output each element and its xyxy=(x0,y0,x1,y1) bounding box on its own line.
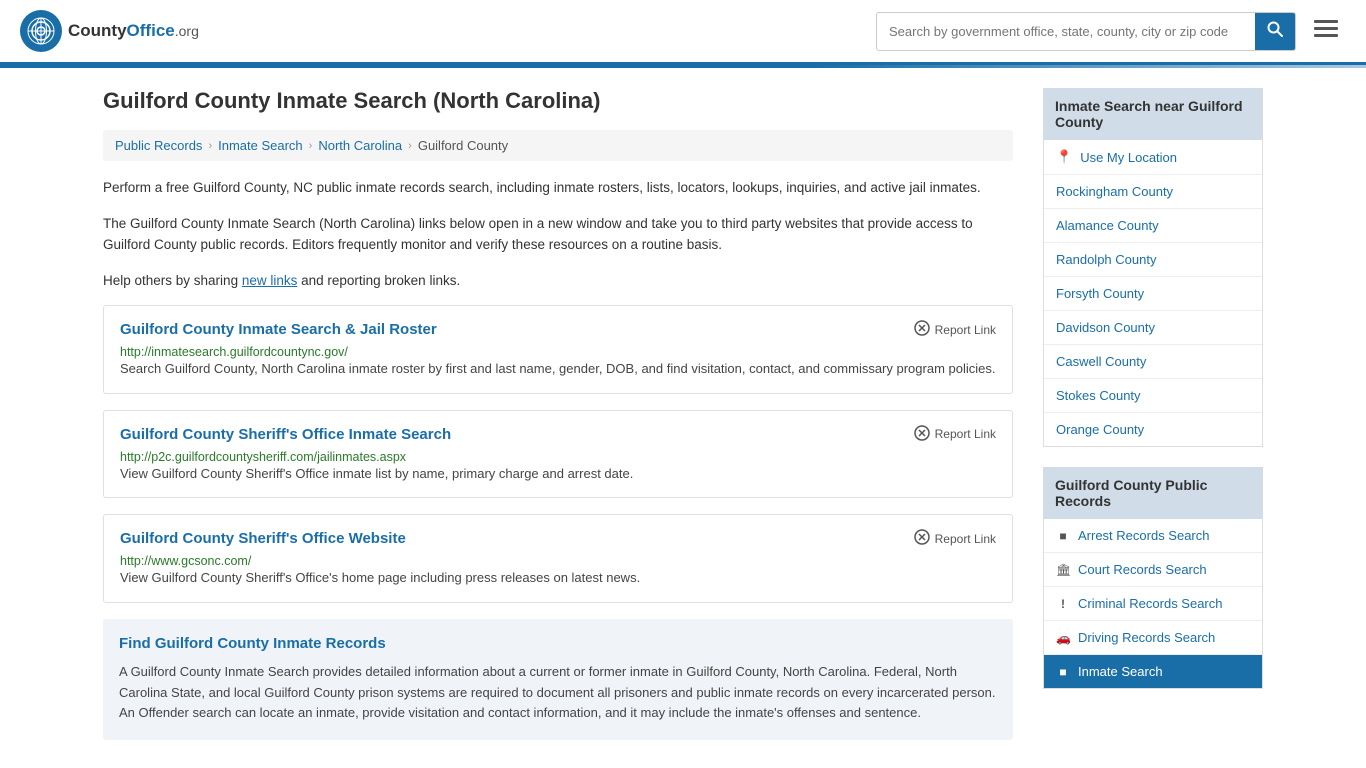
sidebar-item-caswell[interactable]: Caswell County xyxy=(1044,345,1262,379)
new-links-link[interactable]: new links xyxy=(242,273,298,288)
breadcrumb-public-records[interactable]: Public Records xyxy=(115,138,202,153)
breadcrumb-north-carolina[interactable]: North Carolina xyxy=(318,138,402,153)
find-section-title: Find Guilford County Inmate Records xyxy=(119,635,997,652)
sidebar-item-alamance[interactable]: Alamance County xyxy=(1044,209,1262,243)
use-location-link[interactable]: 📍 Use My Location xyxy=(1044,140,1262,174)
logo-text: CountyOffice.org xyxy=(68,21,199,41)
sidebar-record-inmate[interactable]: ■ Inmate Search xyxy=(1044,655,1262,688)
report-icon-1 xyxy=(914,320,930,339)
stokes-link[interactable]: Stokes County xyxy=(1044,379,1262,412)
header: CountyOffice.org xyxy=(0,0,1366,65)
result-url-3[interactable]: http://www.gcsonc.com/ xyxy=(120,554,251,568)
result-title-row-3: Guilford County Sheriff's Office Website… xyxy=(120,529,996,548)
sidebar-item-orange[interactable]: Orange County xyxy=(1044,413,1262,446)
search-button[interactable] xyxy=(1255,13,1295,50)
result-item-2: Guilford County Sheriff's Office Inmate … xyxy=(103,410,1013,499)
inmate-icon: ■ xyxy=(1056,665,1070,679)
breadcrumb: Public Records › Inmate Search › North C… xyxy=(103,130,1013,161)
result-title-link-1[interactable]: Guilford County Inmate Search & Jail Ros… xyxy=(120,321,437,338)
search-input[interactable] xyxy=(877,16,1255,47)
orange-link[interactable]: Orange County xyxy=(1044,413,1262,446)
report-link-label-1: Report Link xyxy=(935,323,996,337)
sidebar-record-driving[interactable]: 🚗 Driving Records Search xyxy=(1044,621,1262,655)
driving-records-link[interactable]: 🚗 Driving Records Search xyxy=(1044,621,1262,654)
breadcrumb-sep-1: › xyxy=(208,140,212,152)
result-item-3: Guilford County Sheriff's Office Website… xyxy=(103,514,1013,603)
alamance-link[interactable]: Alamance County xyxy=(1044,209,1262,242)
rockingham-link[interactable]: Rockingham County xyxy=(1044,175,1262,208)
content-wrapper: Guilford County Inmate Search (North Car… xyxy=(83,68,1283,760)
result-desc-3: View Guilford County Sheriff's Office's … xyxy=(120,568,996,588)
court-records-link[interactable]: 🏛 Court Records Search xyxy=(1044,553,1262,586)
driving-icon: 🚗 xyxy=(1056,631,1070,645)
location-icon: 📍 xyxy=(1056,149,1072,165)
sidebar-record-arrest[interactable]: ■ Arrest Records Search xyxy=(1044,519,1262,553)
report-link-btn-1[interactable]: Report Link xyxy=(914,320,996,339)
sidebar-nearby-heading: Inmate Search near Guilford County xyxy=(1043,88,1263,140)
sidebar-item-stokes[interactable]: Stokes County xyxy=(1044,379,1262,413)
sidebar-item-davidson[interactable]: Davidson County xyxy=(1044,311,1262,345)
criminal-icon: ! xyxy=(1056,597,1070,611)
logo-icon xyxy=(20,10,62,52)
arrest-icon: ■ xyxy=(1056,529,1070,543)
description-para2: The Guilford County Inmate Search (North… xyxy=(103,213,1013,256)
caswell-link[interactable]: Caswell County xyxy=(1044,345,1262,378)
sidebar-item-use-location[interactable]: 📍 Use My Location xyxy=(1044,140,1262,175)
result-url-2[interactable]: http://p2c.guilfordcountysheriff.com/jai… xyxy=(120,450,406,464)
sidebar-records-list: ■ Arrest Records Search 🏛 Court Records … xyxy=(1043,519,1263,689)
arrest-records-link[interactable]: ■ Arrest Records Search xyxy=(1044,519,1262,552)
sidebar-item-randolph[interactable]: Randolph County xyxy=(1044,243,1262,277)
report-icon-3 xyxy=(914,529,930,548)
breadcrumb-current: Guilford County xyxy=(418,138,508,153)
result-title-link-2[interactable]: Guilford County Sheriff's Office Inmate … xyxy=(120,426,451,443)
forsyth-link[interactable]: Forsyth County xyxy=(1044,277,1262,310)
report-icon-2 xyxy=(914,425,930,444)
report-link-label-2: Report Link xyxy=(935,427,996,441)
result-desc-2: View Guilford County Sheriff's Office in… xyxy=(120,464,996,484)
result-desc-1: Search Guilford County, North Carolina i… xyxy=(120,359,996,379)
court-icon: 🏛 xyxy=(1056,563,1070,577)
find-section-desc: A Guilford County Inmate Search provides… xyxy=(119,662,997,724)
description-para3: Help others by sharing new links and rep… xyxy=(103,270,1013,292)
inmate-search-link[interactable]: ■ Inmate Search xyxy=(1044,655,1262,688)
randolph-link[interactable]: Randolph County xyxy=(1044,243,1262,276)
page-title: Guilford County Inmate Search (North Car… xyxy=(103,88,1013,114)
result-title-row-1: Guilford County Inmate Search & Jail Ros… xyxy=(120,320,996,339)
result-url-1[interactable]: http://inmatesearch.guilfordcountync.gov… xyxy=(120,345,348,359)
breadcrumb-sep-3: › xyxy=(408,140,412,152)
logo-area: CountyOffice.org xyxy=(20,10,199,52)
davidson-link[interactable]: Davidson County xyxy=(1044,311,1262,344)
breadcrumb-sep-2: › xyxy=(309,140,313,152)
report-link-btn-2[interactable]: Report Link xyxy=(914,425,996,444)
sidebar-record-criminal[interactable]: ! Criminal Records Search xyxy=(1044,587,1262,621)
breadcrumb-inmate-search[interactable]: Inmate Search xyxy=(218,138,303,153)
sidebar-records-section: Guilford County Public Records ■ Arrest … xyxy=(1043,467,1263,689)
sidebar-nearby-section: Inmate Search near Guilford County 📍 Use… xyxy=(1043,88,1263,447)
main-content: Guilford County Inmate Search (North Car… xyxy=(103,88,1013,740)
description-para1: Perform a free Guilford County, NC publi… xyxy=(103,177,1013,199)
sidebar-nearby-list: 📍 Use My Location Rockingham County Alam… xyxy=(1043,140,1263,447)
criminal-records-link[interactable]: ! Criminal Records Search xyxy=(1044,587,1262,620)
sidebar-record-court[interactable]: 🏛 Court Records Search xyxy=(1044,553,1262,587)
result-title-link-3[interactable]: Guilford County Sheriff's Office Website xyxy=(120,530,406,547)
report-link-btn-3[interactable]: Report Link xyxy=(914,529,996,548)
sidebar-item-rockingham[interactable]: Rockingham County xyxy=(1044,175,1262,209)
find-section: Find Guilford County Inmate Records A Gu… xyxy=(103,619,1013,740)
header-right xyxy=(876,12,1346,51)
sidebar-records-heading: Guilford County Public Records xyxy=(1043,467,1263,519)
result-title-row-2: Guilford County Sheriff's Office Inmate … xyxy=(120,425,996,444)
search-bar xyxy=(876,12,1296,51)
report-link-label-3: Report Link xyxy=(935,532,996,546)
result-item-1: Guilford County Inmate Search & Jail Ros… xyxy=(103,305,1013,394)
hamburger-button[interactable] xyxy=(1306,14,1346,48)
sidebar: Inmate Search near Guilford County 📍 Use… xyxy=(1043,88,1263,740)
sidebar-item-forsyth[interactable]: Forsyth County xyxy=(1044,277,1262,311)
